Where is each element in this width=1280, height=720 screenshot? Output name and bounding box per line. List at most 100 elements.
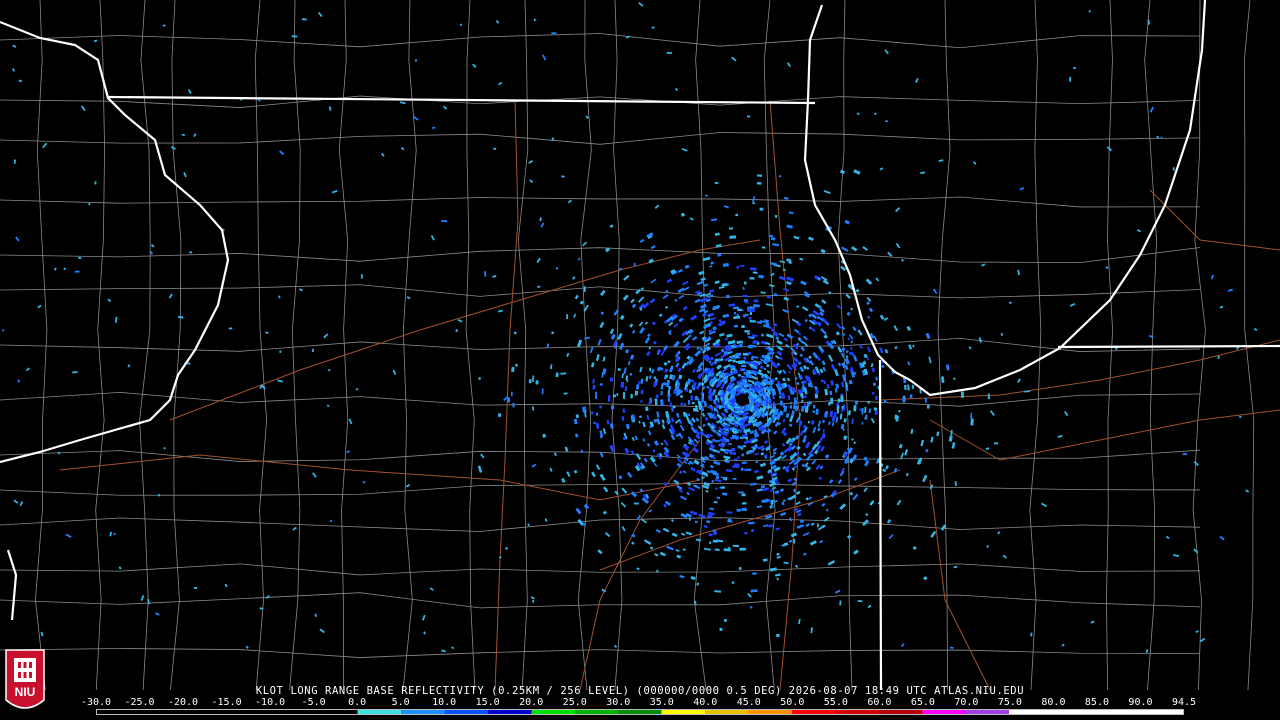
radar-echo	[330, 520, 333, 523]
radar-echo	[688, 389, 693, 394]
logo-building	[14, 658, 36, 682]
radar-echo	[898, 409, 901, 413]
scale-label: 45.0	[736, 697, 761, 708]
radar-echo	[729, 227, 733, 230]
radar-echo	[611, 405, 615, 410]
radar-echo	[734, 423, 739, 428]
radar-echo	[735, 213, 738, 217]
scale-label: -15.0	[211, 697, 242, 708]
radar-echo	[789, 405, 793, 409]
radar-echo	[551, 32, 557, 35]
radar-echo	[74, 270, 80, 273]
radar-echo	[732, 359, 736, 363]
scale-label: -10.0	[255, 697, 286, 708]
radar-echo	[595, 391, 597, 399]
scale-label: -30.0	[80, 697, 112, 708]
scale-label: -5.0	[301, 697, 326, 708]
radar-echo	[511, 366, 515, 373]
radar-echo	[680, 395, 683, 398]
radar-echo	[803, 395, 807, 399]
radar-echo	[616, 393, 619, 396]
radar-echo	[836, 405, 840, 411]
radar-echo	[432, 126, 436, 129]
scale-label: 65.0	[910, 697, 935, 708]
radar-echo	[741, 453, 744, 457]
radar-echo	[814, 393, 818, 399]
radar-echo	[591, 411, 594, 415]
radar-echo	[925, 397, 927, 403]
radar-echo	[609, 377, 614, 382]
scale-label: 0.0	[348, 697, 367, 708]
scale-label: 15.0	[475, 697, 500, 708]
radar-echo	[636, 384, 639, 390]
radar-echo	[690, 395, 694, 401]
radar-echo	[732, 544, 739, 548]
radar-echo	[736, 314, 739, 316]
radar-echo	[752, 572, 757, 575]
radar-echo	[532, 406, 535, 411]
radar-echo	[744, 281, 747, 285]
radar-echo	[747, 345, 753, 349]
radar-echo	[541, 388, 544, 395]
radar-echo	[688, 400, 691, 405]
radar-echo	[742, 295, 748, 297]
radar-echo	[727, 547, 731, 550]
radar-echo	[793, 538, 796, 544]
radar-echo	[691, 401, 695, 405]
radar-echo	[717, 253, 722, 257]
radar-echo	[228, 327, 233, 330]
radar-echo	[720, 396, 723, 401]
scale-label: 80.0	[1041, 697, 1066, 708]
scale-label: -25.0	[124, 697, 155, 708]
radar-echo	[762, 400, 766, 407]
radar-echo	[497, 413, 502, 417]
radar-echo	[812, 404, 816, 409]
radar-echo	[745, 313, 749, 316]
radar-echo	[1073, 67, 1076, 70]
radar-echo	[829, 390, 833, 395]
radar-echo	[94, 181, 97, 185]
radar-echo	[595, 412, 599, 416]
radar-echo	[741, 507, 747, 511]
radar-echo	[809, 401, 812, 404]
radar-echo	[623, 392, 626, 399]
radar-echo	[739, 429, 743, 433]
radar-echo	[902, 397, 906, 403]
scale-label: 90.0	[1128, 697, 1153, 708]
scale-label: 30.0	[606, 697, 631, 708]
radar-echo	[993, 442, 999, 445]
radar-echo	[741, 493, 746, 497]
radar-echo	[911, 384, 915, 390]
radar-echo	[733, 343, 736, 347]
scale-label: 20.0	[519, 697, 544, 708]
radar-echo	[660, 399, 664, 407]
radar-echo	[640, 389, 644, 395]
radar-echo	[855, 400, 858, 405]
radar-echo	[697, 398, 700, 402]
radar-echo	[599, 405, 602, 409]
radar-echo	[613, 394, 616, 398]
radar-echo	[750, 449, 754, 453]
radar-echo	[742, 445, 747, 448]
radar-echo	[748, 316, 752, 320]
radar-echo	[1160, 136, 1163, 139]
radar-echo	[739, 265, 745, 267]
radar-echo	[566, 314, 569, 320]
radar-echo	[301, 18, 307, 21]
radar-echo	[812, 410, 815, 414]
radar-echo	[909, 394, 913, 399]
radar-echo	[868, 408, 871, 413]
radar-echo	[583, 286, 586, 292]
radar-echo	[758, 274, 764, 279]
radar-echo	[630, 393, 633, 399]
radar-echo	[1000, 333, 1003, 336]
radar-echo	[1030, 632, 1033, 637]
product-caption: KLOT LONG RANGE BASE REFLECTIVITY (0.25K…	[255, 685, 1025, 697]
radar-echo	[753, 399, 756, 403]
radar-echo	[741, 364, 747, 368]
scale-label: 85.0	[1084, 697, 1109, 708]
radar-echo	[478, 377, 481, 380]
radar-echo	[816, 523, 820, 528]
radar-echo	[741, 461, 747, 464]
radar-echo	[752, 202, 756, 205]
